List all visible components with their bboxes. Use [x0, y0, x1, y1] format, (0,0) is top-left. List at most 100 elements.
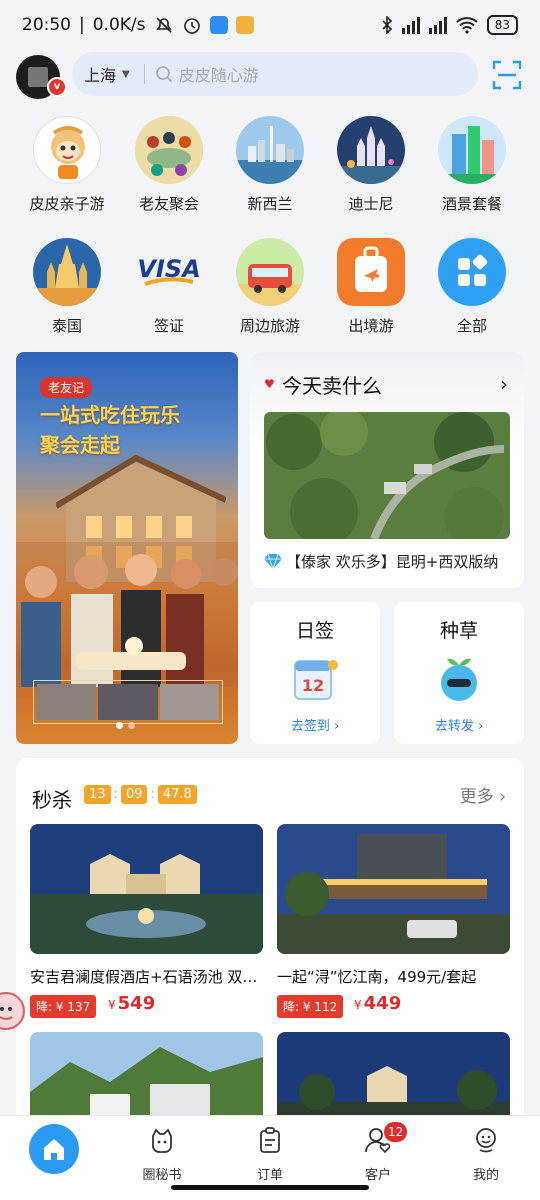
search-bar[interactable]: 上海 ▼ 皮皮随心游 [72, 52, 478, 96]
banner-title-line1: 一站式吃住玩乐 [40, 403, 180, 427]
hotel-icon [438, 116, 506, 184]
wifi-icon [456, 17, 478, 34]
price-value: 549 [117, 993, 156, 1014]
discount-badge: 降: ¥ 137 [30, 995, 97, 1018]
clipboard-icon [260, 1127, 280, 1153]
vip-badge: v [47, 77, 67, 97]
scan-icon[interactable] [492, 60, 522, 90]
carousel-dot [128, 722, 135, 729]
today-deal-card[interactable]: ♥ 今天卖什么 › 【傣家 欢乐多】昆明+西双版纳 [250, 352, 524, 588]
chevron-down-icon: ▼ [122, 68, 130, 80]
carousel-dots [116, 722, 135, 729]
category-item-nearby-tour[interactable]: 周边旅游 [218, 238, 322, 336]
category-item-all[interactable]: 全部 [420, 238, 524, 336]
profile-icon [476, 1128, 496, 1153]
deal-image[interactable] [30, 824, 263, 954]
status-network-speed: 0.0K/s [92, 15, 146, 35]
deal-title[interactable]: 一起“浔”忆江南，499元/套起 [277, 966, 512, 987]
bluetooth-icon [382, 16, 392, 34]
nav-item-orders[interactable]: 订单 [216, 1116, 324, 1183]
category-item-disney[interactable]: 迪士尼 [319, 116, 423, 214]
friends-party-image [16, 542, 238, 687]
category-item-hotel-package[interactable]: 酒景套餐 [420, 116, 524, 214]
alarm-icon [183, 18, 200, 34]
status-separator: | [79, 15, 85, 35]
banner-thumbnails [33, 680, 223, 724]
check-in-link[interactable]: 去签到 › [250, 715, 380, 734]
luggage-icon [337, 238, 405, 306]
more-link-label: 更多 [459, 787, 494, 807]
mini-card-title: 日签 [295, 620, 334, 642]
grid-icon [438, 238, 506, 306]
cat-bot-icon [152, 1128, 172, 1153]
mini-card-title: 种草 [439, 620, 478, 642]
search-input[interactable]: 皮皮随心游 [179, 62, 259, 86]
battery-indicator: 83 [486, 15, 518, 35]
recommend-card[interactable]: 种草 去转发 › [394, 602, 524, 744]
thumbnail-image [159, 684, 219, 720]
today-title: 今天卖什么 [282, 374, 382, 398]
party-icon [135, 116, 203, 184]
category-label: 泰国 [51, 317, 82, 335]
search-divider [143, 64, 145, 84]
heart-icon: ♥ [264, 377, 275, 391]
deal-image[interactable] [277, 824, 510, 954]
banner-title-line2: 聚会走起 [40, 433, 120, 457]
bus-icon [236, 238, 304, 306]
visa-icon: VISA [135, 238, 203, 306]
more-link[interactable]: 更多 › [460, 782, 506, 807]
header: v 上海 ▼ 皮皮随心游 [0, 50, 540, 99]
status-time: 20:50 [22, 15, 71, 35]
signal-icon-2 [428, 16, 447, 34]
share-link[interactable]: 去转发 › [394, 715, 524, 734]
category-label: 迪士尼 [348, 195, 394, 213]
category-label: 周边旅游 [239, 317, 300, 335]
category-label: 皮皮亲子游 [29, 195, 105, 213]
city-skyline-icon [236, 116, 304, 184]
nav-item-profile[interactable]: 我的 [432, 1116, 540, 1183]
nav-label: 圈秘书 [142, 1168, 182, 1183]
deal-title[interactable]: 安吉君澜度假酒店+石语汤池 双人套餐 [30, 966, 265, 987]
discount-badge: 降: ¥ 112 [277, 995, 344, 1018]
promo-banner[interactable]: 老友记 一站式吃住玩乐 聚会走起 [16, 352, 238, 744]
search-icon [155, 66, 172, 83]
timer-separator: : [150, 787, 155, 802]
category-item-new-zealand[interactable]: 新西兰 [218, 116, 322, 214]
notification-badge: 12 [384, 1122, 408, 1142]
status-bar: 20:50 | 0.0K/s 83 [0, 0, 540, 50]
carousel-dot-active [116, 722, 123, 729]
category-item-thailand[interactable]: 泰国 [15, 238, 119, 336]
daily-sign-card[interactable]: 日签 12 去签到 › [250, 602, 380, 744]
category-item-visa[interactable]: VISA 签证 [117, 238, 221, 336]
category-label: 出境游 [348, 317, 394, 335]
countdown-timer: 13 : 09 : 47.8 [84, 785, 197, 804]
nav-label: 客户 [364, 1168, 391, 1183]
temple-icon [33, 238, 101, 306]
category-label: 老友聚会 [138, 195, 199, 213]
check-in-link-label: 去签到 [290, 719, 330, 734]
timer-minutes: 09 [120, 785, 148, 804]
castle-icon [337, 116, 405, 184]
nav-label: 订单 [256, 1168, 283, 1183]
banner-tag: 老友记 [40, 377, 93, 398]
category-item-kids[interactable]: 皮皮亲子游 [15, 116, 119, 214]
chevron-right-icon[interactable]: › [500, 372, 508, 396]
category-label: 签证 [153, 317, 184, 335]
home-icon [44, 1139, 64, 1160]
currency-symbol: ¥ [354, 998, 362, 1012]
floating-mascot-icon[interactable] [0, 985, 26, 1047]
category-item-reunion[interactable]: 老友聚会 [117, 116, 221, 214]
today-caption: 【傣家 欢乐多】昆明+西双版纳 [286, 553, 499, 571]
timer-seconds: 47.8 [157, 785, 197, 804]
home-button[interactable] [29, 1124, 79, 1174]
mute-icon [155, 17, 172, 33]
category-item-outbound[interactable]: 出境游 [319, 238, 423, 336]
category-label: 酒景套餐 [441, 195, 502, 213]
nav-item-customers[interactable]: 客户 12 [324, 1116, 432, 1183]
category-label: 全部 [456, 317, 487, 335]
nav-item-secretary[interactable]: 圈秘书 [108, 1116, 216, 1183]
city-selector[interactable]: 上海 [84, 62, 116, 86]
calendar-icon: 12 [294, 660, 338, 700]
timer-hours: 13 [84, 785, 111, 804]
thumbnail-image [37, 684, 97, 720]
